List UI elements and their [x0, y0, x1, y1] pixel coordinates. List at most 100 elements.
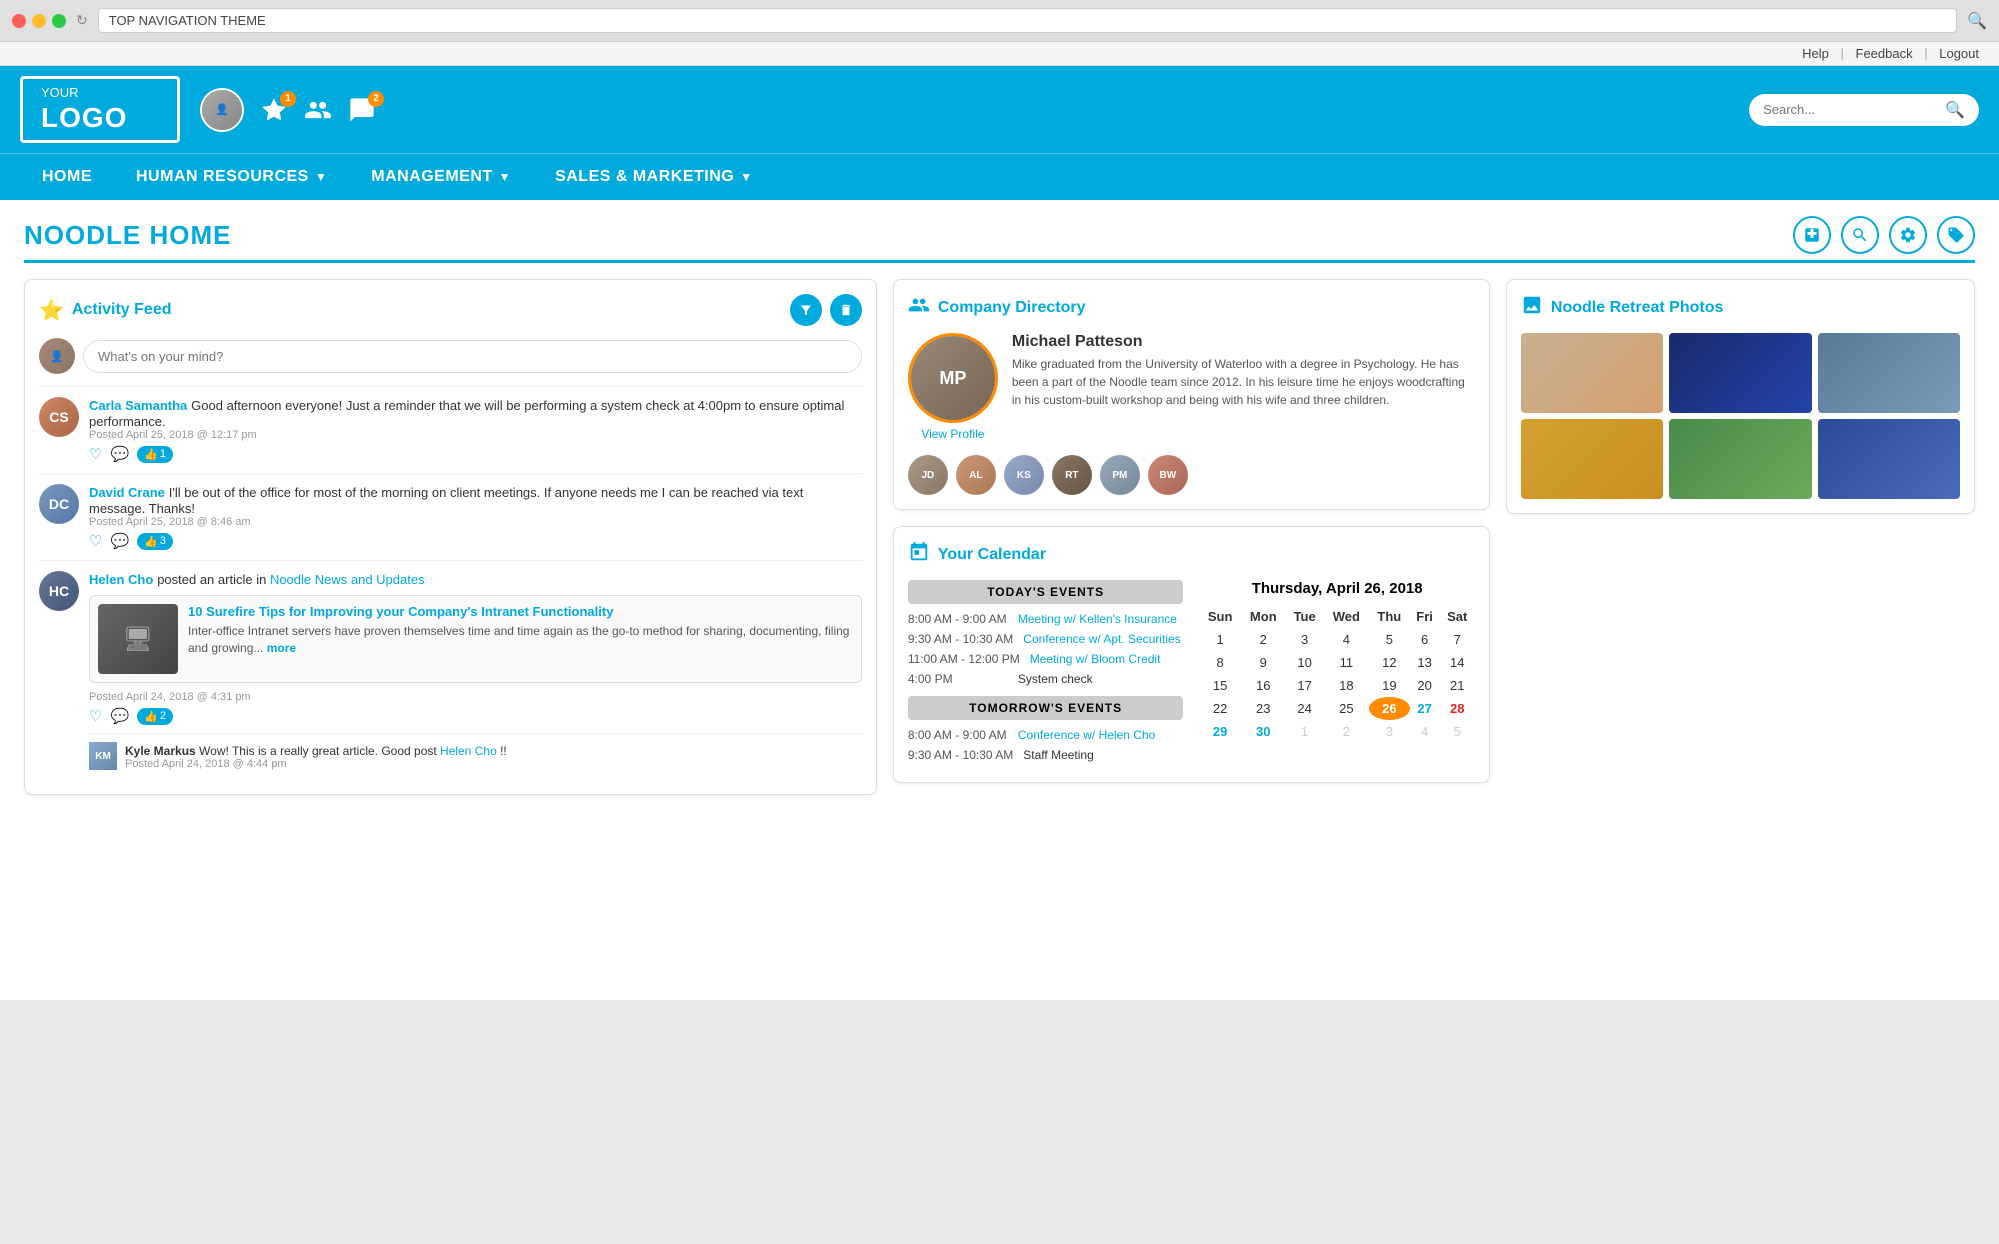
messages-icon-wrapper[interactable]: 2: [348, 96, 376, 124]
minimize-dot[interactable]: [32, 14, 46, 28]
cal-day-27[interactable]: 27: [1410, 697, 1440, 720]
photo-1[interactable]: [1521, 333, 1663, 413]
david-heart-icon[interactable]: ♡: [89, 532, 102, 550]
event-1-name[interactable]: Meeting w/ Kellen's Insurance: [1018, 612, 1177, 626]
cal-day-28[interactable]: 28: [1440, 697, 1475, 720]
page-add-icon[interactable]: [1793, 216, 1831, 254]
carla-heart-icon[interactable]: ♡: [89, 445, 102, 463]
helen-heart-icon[interactable]: ♡: [89, 707, 102, 725]
cal-day-30[interactable]: 30: [1241, 720, 1286, 743]
logout-link[interactable]: Logout: [1939, 46, 1979, 61]
cal-day[interactable]: 9: [1241, 651, 1286, 674]
maximize-dot[interactable]: [52, 14, 66, 28]
photo-6[interactable]: [1818, 419, 1960, 499]
cal-day-29[interactable]: 29: [1199, 720, 1241, 743]
delete-icon[interactable]: [830, 294, 862, 326]
reload-icon[interactable]: ↻: [76, 12, 88, 29]
dir-avatar-2[interactable]: AL: [956, 455, 996, 495]
cal-day[interactable]: 6: [1410, 628, 1440, 651]
user-avatar[interactable]: 👤: [200, 88, 244, 132]
cal-day[interactable]: 14: [1440, 651, 1475, 674]
url-bar[interactable]: [98, 8, 1957, 33]
close-dot[interactable]: [12, 14, 26, 28]
cal-day[interactable]: 16: [1241, 674, 1286, 697]
comment-mention-link[interactable]: Helen Cho: [440, 744, 497, 758]
david-like-btn[interactable]: 👍 3: [137, 533, 173, 550]
dir-avatar-3[interactable]: KS: [1004, 455, 1044, 495]
cal-day[interactable]: 20: [1410, 674, 1440, 697]
nav-hr[interactable]: HUMAN RESOURCES ▼: [114, 154, 349, 200]
photos-icon: [1521, 294, 1543, 321]
cal-day[interactable]: 12: [1369, 651, 1409, 674]
page-settings-icon[interactable]: [1889, 216, 1927, 254]
notifications-icon-wrapper[interactable]: 1: [260, 96, 288, 124]
cal-day[interactable]: 23: [1241, 697, 1286, 720]
search-input[interactable]: [1763, 102, 1939, 117]
dir-avatar-6[interactable]: BW: [1148, 455, 1188, 495]
cal-day[interactable]: 17: [1286, 674, 1324, 697]
helen-comment-icon[interactable]: 💬: [110, 707, 129, 725]
cal-day[interactable]: 8: [1199, 651, 1241, 674]
article-more-link[interactable]: more: [267, 641, 296, 655]
cal-day[interactable]: 10: [1286, 651, 1324, 674]
photo-4[interactable]: [1521, 419, 1663, 499]
photo-3[interactable]: [1818, 333, 1960, 413]
users-icon-wrapper[interactable]: [304, 96, 332, 124]
cal-day[interactable]: 24: [1286, 697, 1324, 720]
cal-day[interactable]: 11: [1324, 651, 1369, 674]
cal-day[interactable]: 21: [1440, 674, 1475, 697]
dir-avatar-4[interactable]: RT: [1052, 455, 1092, 495]
cal-day-om-2[interactable]: 2: [1324, 720, 1369, 743]
photo-5[interactable]: [1669, 419, 1811, 499]
cal-day-om-3[interactable]: 3: [1369, 720, 1409, 743]
kyle-name[interactable]: Kyle Markus: [125, 744, 196, 758]
search-box[interactable]: 🔍: [1749, 94, 1979, 126]
post-input[interactable]: [83, 340, 862, 373]
nav-management[interactable]: MANAGEMENT ▼: [349, 154, 533, 200]
david-name[interactable]: David Crane: [89, 485, 165, 500]
helen-name[interactable]: Helen Cho: [89, 572, 153, 587]
nav-sales[interactable]: SALES & MARKETING ▼: [533, 154, 775, 200]
helen-like-btn[interactable]: 👍 2: [137, 708, 173, 725]
dir-avatar-1[interactable]: JD: [908, 455, 948, 495]
dir-avatar-5[interactable]: PM: [1100, 455, 1140, 495]
view-profile-link[interactable]: View Profile: [908, 427, 998, 441]
cal-day[interactable]: 22: [1199, 697, 1241, 720]
filter-icon[interactable]: [790, 294, 822, 326]
carla-comment-icon[interactable]: 💬: [110, 445, 129, 463]
cal-day[interactable]: 2: [1241, 628, 1286, 651]
cal-day[interactable]: 3: [1286, 628, 1324, 651]
cal-day[interactable]: 19: [1369, 674, 1409, 697]
nav-home[interactable]: HOME: [20, 154, 114, 200]
page-tag-icon[interactable]: [1937, 216, 1975, 254]
cal-day-om-4[interactable]: 4: [1410, 720, 1440, 743]
help-link[interactable]: Help: [1802, 46, 1829, 61]
cal-day[interactable]: 4: [1324, 628, 1369, 651]
filter-svg: [799, 303, 813, 317]
cal-day[interactable]: 18: [1324, 674, 1369, 697]
carla-name[interactable]: Carla Samantha: [89, 398, 187, 413]
cal-day-om-1[interactable]: 1: [1286, 720, 1324, 743]
event-3-name[interactable]: Meeting w/ Bloom Credit: [1030, 652, 1161, 666]
cal-day-om-5[interactable]: 5: [1440, 720, 1475, 743]
photos-header: Noodle Retreat Photos: [1521, 294, 1960, 321]
cal-day[interactable]: 7: [1440, 628, 1475, 651]
cal-day[interactable]: 15: [1199, 674, 1241, 697]
david-time: Posted April 25, 2018 @ 8:46 am: [89, 516, 862, 528]
cal-day[interactable]: 5: [1369, 628, 1409, 651]
david-comment-icon[interactable]: 💬: [110, 532, 129, 550]
cal-day[interactable]: 1: [1199, 628, 1241, 651]
logo[interactable]: YOUR LOGO: [20, 76, 180, 143]
event-5-name[interactable]: Conference w/ Helen Cho: [1018, 728, 1155, 742]
cal-day[interactable]: 25: [1324, 697, 1369, 720]
cal-day[interactable]: 13: [1410, 651, 1440, 674]
carla-like-btn[interactable]: 👍 1: [137, 446, 173, 463]
browser-search-icon[interactable]: 🔍: [1967, 11, 1987, 31]
article-title[interactable]: 10 Surefire Tips for Improving your Comp…: [188, 604, 853, 619]
helen-channel[interactable]: Noodle News and Updates: [270, 572, 425, 587]
event-2-name[interactable]: Conference w/ Apt. Securities: [1023, 632, 1180, 646]
cal-today[interactable]: 26: [1369, 697, 1409, 720]
feedback-link[interactable]: Feedback: [1856, 46, 1913, 61]
photo-2[interactable]: [1669, 333, 1811, 413]
page-search-icon[interactable]: [1841, 216, 1879, 254]
